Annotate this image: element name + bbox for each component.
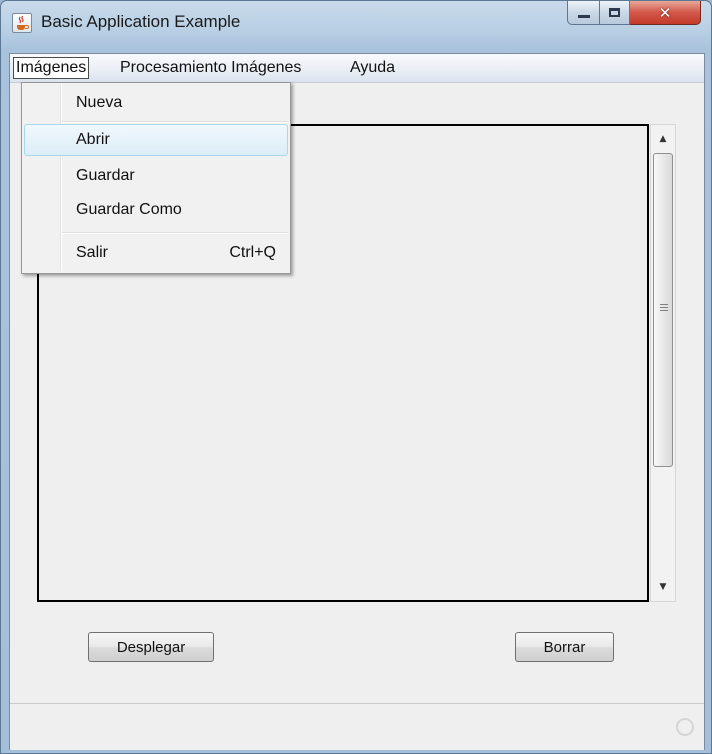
menu-separator	[62, 232, 288, 233]
menu-item-guardar[interactable]: Guardar	[24, 160, 288, 192]
arrow-down-icon: ▼	[659, 582, 667, 592]
close-button[interactable]: ✕	[630, 1, 701, 25]
menu-item-label: Guardar Como	[76, 201, 182, 218]
maximize-icon	[609, 8, 620, 17]
borrar-button[interactable]: Borrar	[515, 632, 614, 662]
menu-bar: Imágenes Procesamiento Imágenes Ayuda	[10, 54, 704, 83]
busy-indicator-icon	[676, 718, 694, 736]
grip-icon	[660, 304, 668, 311]
menu-procesamiento-imagenes[interactable]: Procesamiento Imágenes	[118, 57, 303, 79]
menu-item-label: Guardar	[76, 167, 135, 184]
application-window: Basic Application Example ✕ Imágenes Pro…	[0, 0, 712, 754]
scroll-down-button[interactable]: ▼	[651, 573, 675, 601]
menu-item-guardar-como[interactable]: Guardar Como	[24, 194, 288, 226]
minimize-icon	[577, 15, 590, 18]
minimize-button[interactable]	[567, 1, 600, 25]
menu-ayuda[interactable]: Ayuda	[348, 57, 397, 79]
client-area: Imágenes Procesamiento Imágenes Ayuda ▲ …	[9, 53, 705, 750]
menu-item-label: Abrir	[76, 131, 110, 148]
window-controls: ✕	[567, 1, 701, 25]
title-bar[interactable]: Basic Application Example ✕	[1, 1, 711, 53]
close-icon: ✕	[658, 3, 672, 22]
scroll-up-button[interactable]: ▲	[651, 125, 675, 153]
arrow-up-icon: ▲	[659, 134, 667, 144]
menu-item-abrir[interactable]: Abrir	[24, 124, 288, 156]
maximize-button[interactable]	[600, 1, 630, 25]
imagenes-dropdown-menu: Nueva Abrir Guardar Guardar Como Salir C…	[21, 82, 291, 274]
menu-item-label: Salir	[76, 244, 109, 261]
java-cup-icon[interactable]	[12, 13, 32, 33]
status-bar	[10, 703, 704, 750]
menu-item-label: Nueva	[76, 94, 123, 111]
menu-imagenes[interactable]: Imágenes	[13, 57, 90, 79]
vertical-scrollbar[interactable]: ▲ ▼	[650, 124, 676, 602]
window-title: Basic Application Example	[41, 12, 241, 31]
menu-item-nueva[interactable]: Nueva	[24, 87, 288, 119]
menu-separator	[62, 121, 288, 122]
menu-item-shortcut: Ctrl+Q	[229, 244, 276, 261]
desplegar-button[interactable]: Desplegar	[88, 632, 214, 662]
scroll-thumb[interactable]	[653, 153, 673, 467]
menu-item-salir[interactable]: Salir Ctrl+Q	[24, 237, 288, 269]
